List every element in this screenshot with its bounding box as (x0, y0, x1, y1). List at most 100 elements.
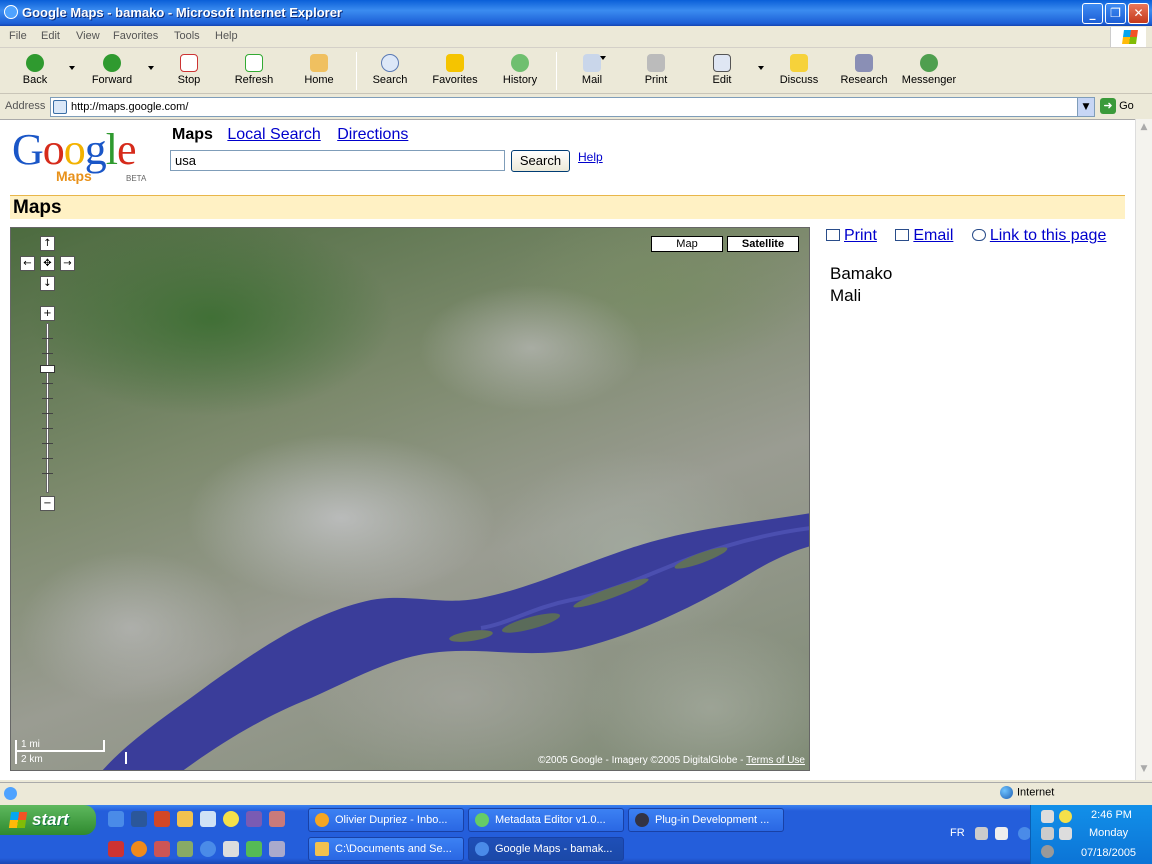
ie-icon (475, 842, 489, 856)
back-dropdown-icon[interactable] (69, 66, 75, 70)
zoom-tick (42, 353, 53, 354)
terms-of-use-link[interactable]: Terms of Use (746, 755, 805, 766)
edit-button[interactable]: Edit (704, 52, 740, 92)
tray-app-icon[interactable] (1041, 845, 1054, 858)
quick-launch-folder-icon[interactable] (177, 811, 193, 827)
discuss-button[interactable]: Discuss (778, 52, 820, 92)
quick-launch-app-icon[interactable] (154, 841, 170, 857)
tray-pen-icon[interactable] (975, 827, 988, 840)
task-inbox[interactable]: Olivier Dupriez - Inbo... (308, 808, 464, 832)
quick-launch-smiley-icon[interactable] (223, 811, 239, 827)
river-niger (102, 513, 809, 770)
zoom-in-button[interactable]: + (40, 306, 55, 321)
search-submit-button[interactable]: Search (511, 150, 570, 172)
messenger-button[interactable]: Messenger (900, 52, 958, 92)
quick-launch-powerpoint-icon[interactable] (154, 811, 170, 827)
title-bar[interactable]: Google Maps - bamako - Microsoft Interne… (0, 0, 1152, 26)
menu-tools[interactable]: Tools (174, 30, 200, 42)
pan-east-button[interactable]: → (60, 256, 75, 271)
task-google-maps[interactable]: Google Maps - bamak... (468, 837, 624, 861)
menu-help[interactable]: Help (215, 30, 238, 42)
zoom-slider-track[interactable] (46, 323, 49, 493)
quick-launch-app-icon[interactable] (246, 841, 262, 857)
menu-favorites[interactable]: Favorites (113, 30, 158, 42)
thunderbird-icon (315, 813, 329, 827)
language-indicator[interactable]: FR (950, 827, 965, 839)
help-link[interactable]: Help (578, 150, 603, 164)
mail-dropdown-icon[interactable] (600, 56, 606, 60)
address-field[interactable]: http://maps.google.com/ ▼ (50, 97, 1095, 117)
print-button[interactable]: Print (638, 52, 674, 92)
scroll-down-icon[interactable]: ▼ (1138, 764, 1150, 776)
tray-monitor-icon[interactable] (1059, 827, 1072, 840)
tray-help-icon[interactable] (995, 827, 1008, 840)
tray-bulb-icon[interactable] (1059, 810, 1072, 823)
tray-keyboard-icon[interactable] (1041, 810, 1054, 823)
quick-launch-app-icon[interactable] (269, 811, 285, 827)
menu-view[interactable]: View (76, 30, 100, 42)
scroll-up-icon[interactable]: ▲ (1138, 122, 1150, 134)
link-to-page[interactable]: Link to this page (990, 227, 1107, 244)
zoom-slider-handle[interactable] (40, 365, 55, 373)
restore-button[interactable]: ❐ (1105, 3, 1126, 24)
vertical-scrollbar[interactable]: ▲ ▼ (1135, 119, 1152, 780)
quick-launch-firefox-icon[interactable] (131, 841, 147, 857)
history-button[interactable]: History (498, 52, 542, 92)
nav-directions[interactable]: Directions (337, 126, 408, 143)
nav-local-search[interactable]: Local Search (227, 126, 320, 143)
quick-launch-window-icon[interactable] (223, 841, 239, 857)
zoom-tick (42, 458, 53, 459)
quick-launch-ie-icon[interactable] (108, 811, 124, 827)
close-button[interactable]: ✕ (1128, 3, 1149, 24)
favorites-button[interactable]: Favorites (428, 52, 482, 92)
envelope-icon (895, 229, 910, 241)
copyright-text: ©2005 Google - Imagery ©2005 DigitalGlob… (538, 755, 747, 766)
scale-miles-label: 1 mi (21, 739, 40, 750)
refresh-button[interactable]: Refresh (230, 52, 278, 92)
quick-launch-word-icon[interactable] (131, 811, 147, 827)
quick-launch-app-icon[interactable] (108, 841, 124, 857)
home-label: Home (304, 74, 334, 86)
quick-launch-app-icon[interactable] (246, 811, 262, 827)
pan-west-button[interactable]: ← (20, 256, 35, 271)
forward-button[interactable]: Forward (88, 52, 136, 92)
clock-time[interactable]: 2:46 PM (1091, 809, 1132, 821)
search-input[interactable]: usa (170, 150, 505, 171)
task-plugin-development[interactable]: Plug-in Development ... (628, 808, 784, 832)
edit-dropdown-icon[interactable] (758, 66, 764, 70)
quick-launch-search-icon[interactable] (200, 811, 216, 827)
menu-file[interactable]: File (9, 30, 27, 42)
search-button[interactable]: Search (368, 52, 412, 92)
zoom-out-button[interactable]: − (40, 496, 55, 511)
pan-south-button[interactable]: ↓ (40, 276, 55, 291)
research-button[interactable]: Research (838, 52, 890, 92)
address-url[interactable]: http://maps.google.com/ (71, 101, 188, 113)
email-link[interactable]: Email (913, 227, 953, 244)
home-button[interactable]: Home (298, 52, 340, 92)
map-type-map-button[interactable]: Map (651, 236, 723, 252)
window-title: Google Maps - bamako - Microsoft Interne… (22, 5, 342, 20)
tray-network-icon[interactable] (1041, 827, 1054, 840)
minimize-button[interactable]: _ (1082, 3, 1103, 24)
quick-launch-ie-icon[interactable] (200, 841, 216, 857)
pan-north-button[interactable]: ↑ (40, 236, 55, 251)
go-button[interactable]: ➜ Go (1100, 98, 1134, 114)
quick-launch-app-icon[interactable] (269, 841, 285, 857)
address-dropdown-icon[interactable]: ▼ (1077, 98, 1094, 116)
menu-edit[interactable]: Edit (41, 30, 60, 42)
back-button[interactable]: Back (14, 52, 56, 92)
task-documents-folder[interactable]: C:\Documents and Se... (308, 837, 464, 861)
task-metadata-editor[interactable]: Metadata Editor v1.0... (468, 808, 624, 832)
google-maps-logo[interactable]: Google Maps BETA (12, 128, 162, 188)
start-button[interactable]: start (0, 805, 96, 835)
stop-button[interactable]: Stop (170, 52, 208, 92)
mail-icon (583, 54, 601, 72)
forward-dropdown-icon[interactable] (148, 66, 154, 70)
stop-icon (180, 54, 198, 72)
satellite-map[interactable]: ↑ ← ✥ → ↓ + − Map Satellite 1 mi 2 km ©2… (10, 227, 810, 771)
quick-launch-app-icon[interactable] (177, 841, 193, 857)
print-link[interactable]: Print (844, 227, 877, 244)
pan-center-button[interactable]: ✥ (40, 256, 55, 271)
forward-label: Forward (91, 74, 133, 86)
map-type-satellite-button[interactable]: Satellite (727, 236, 799, 252)
